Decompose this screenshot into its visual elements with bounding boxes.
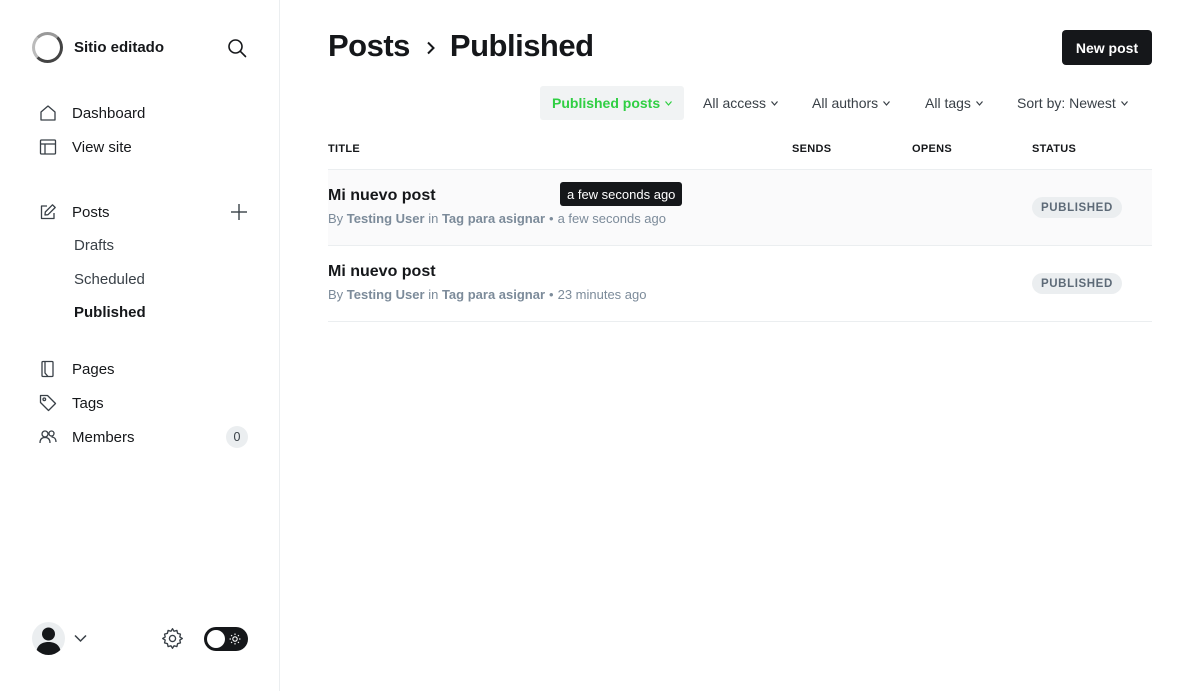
nav-item-view-site[interactable]: View site: [32, 130, 252, 164]
tag-icon: [38, 393, 58, 413]
timestamp-tooltip: a few seconds ago: [560, 182, 683, 206]
post-tag: Tag para asignar: [441, 287, 546, 302]
theme-toggle[interactable]: [204, 627, 248, 651]
nav-label-members: Members: [72, 428, 135, 446]
page-icon: [38, 359, 58, 379]
home-icon: [38, 103, 58, 123]
chevron-down-icon: [74, 634, 87, 643]
chevron-right-icon: [426, 41, 436, 55]
meta-in: in: [428, 211, 439, 226]
chevron-down-icon: [665, 100, 673, 106]
post-title[interactable]: Mi nuevo post: [328, 187, 436, 205]
meta-by: By: [328, 211, 344, 226]
column-sends: SENDS: [792, 143, 832, 155]
nav-label-posts: Posts: [72, 203, 110, 221]
status-badge: PUBLISHED: [1032, 273, 1122, 294]
chevron-down-icon: [975, 100, 983, 106]
column-status: STATUS: [1032, 143, 1077, 155]
new-post-button[interactable]: New post: [1062, 30, 1152, 65]
meta-in: in: [428, 287, 439, 302]
column-opens: OPENS: [912, 143, 953, 155]
nav-item-drafts[interactable]: Drafts: [32, 229, 252, 263]
table-header: TITLE SENDS OPENS STATUS: [328, 140, 1152, 170]
status-badge: PUBLISHED: [1032, 197, 1122, 218]
chevron-down-icon: [1120, 100, 1128, 106]
nav-label-view-site: View site: [72, 138, 132, 156]
primary-nav: Dashboard View site: [32, 96, 252, 164]
nav-item-published[interactable]: Published: [32, 296, 252, 330]
filter-access-label: All access: [703, 95, 767, 111]
nav-item-scheduled[interactable]: Scheduled: [32, 263, 252, 297]
nav-item-pages[interactable]: Pages: [32, 352, 252, 386]
sort-label: Sort by: Newest: [1017, 95, 1116, 111]
meta-by: By: [328, 287, 344, 302]
chevron-down-icon: [771, 100, 778, 106]
page-title: Posts Published: [328, 28, 594, 64]
avatar: [32, 622, 65, 655]
filter-authors-label: All authors: [812, 95, 879, 111]
nav-item-members[interactable]: Members 0: [32, 420, 252, 454]
post-title[interactable]: Mi nuevo post: [328, 263, 436, 281]
main-content: Posts Published New post Published posts…: [280, 0, 1200, 691]
filter-tags[interactable]: All tags: [925, 86, 983, 120]
sort-dropdown[interactable]: Sort by: Newest: [1017, 86, 1128, 120]
toggle-knob: [207, 630, 225, 648]
meta-separator: •: [549, 287, 554, 302]
filter-authors[interactable]: All authors: [812, 86, 891, 120]
nav-label-dashboard: Dashboard: [72, 104, 146, 122]
breadcrumb-published: Published: [449, 28, 594, 63]
nav-label-pages: Pages: [72, 360, 115, 378]
breadcrumb-posts[interactable]: Posts: [328, 28, 410, 64]
pencil-icon: [38, 202, 58, 222]
posts-nav: Posts Drafts Scheduled Published: [32, 195, 252, 330]
members-icon: [38, 427, 58, 447]
post-author: Testing User: [346, 287, 425, 302]
sun-icon: [229, 633, 241, 645]
layout-icon: [38, 137, 58, 157]
site-name: Sitio editado: [74, 39, 164, 56]
table-row[interactable]: Mi nuevo post By Testing User in Tag par…: [328, 170, 1152, 246]
members-count-badge: 0: [226, 426, 248, 448]
search-icon[interactable]: [226, 37, 248, 59]
column-title: TITLE: [328, 143, 361, 155]
filter-type[interactable]: Published posts: [540, 86, 685, 120]
post-meta: By Testing User in Tag para asignar • 23 m…: [328, 287, 647, 302]
site-logo: [32, 32, 63, 63]
site-brand[interactable]: Sitio editado: [32, 32, 164, 63]
table-row[interactable]: Mi nuevo post By Testing User in Tag par…: [328, 246, 1152, 322]
content-nav: Pages Tags Members 0: [32, 352, 252, 454]
user-menu[interactable]: [32, 622, 87, 655]
nav-item-dashboard[interactable]: Dashboard: [32, 96, 252, 130]
post-time: a few seconds ago: [557, 211, 666, 226]
meta-separator: •: [549, 211, 554, 226]
post-meta: By Testing User in Tag para asignar • a fe…: [328, 211, 666, 226]
post-tag: Tag para asignar: [441, 211, 546, 226]
plus-icon[interactable]: [230, 203, 248, 221]
filter-access[interactable]: All access: [703, 86, 778, 120]
gear-icon[interactable]: [161, 627, 184, 650]
chevron-down-icon: [883, 100, 891, 106]
nav-item-tags[interactable]: Tags: [32, 386, 252, 420]
post-time: 23 minutes ago: [557, 287, 647, 302]
sidebar: Sitio editado Dashboard View site Posts: [0, 0, 280, 691]
filter-type-label: Published posts: [552, 95, 661, 111]
nav-item-posts[interactable]: Posts: [32, 195, 252, 229]
nav-label-tags: Tags: [72, 394, 104, 412]
post-author: Testing User: [346, 211, 425, 226]
filter-tags-label: All tags: [925, 95, 971, 111]
